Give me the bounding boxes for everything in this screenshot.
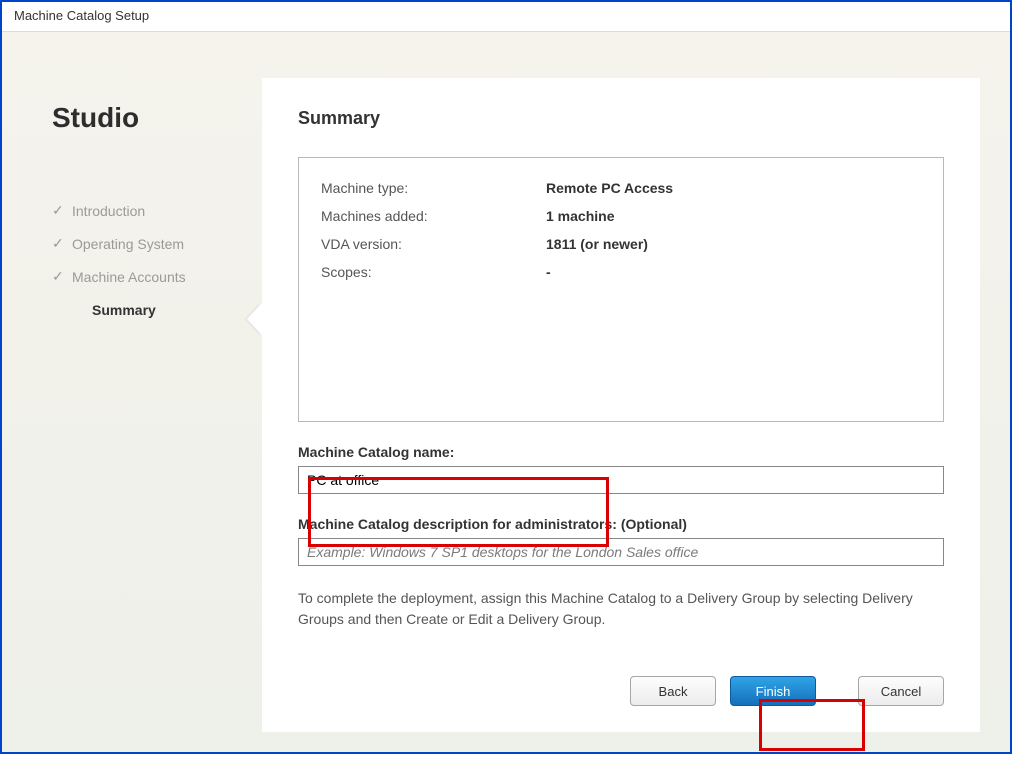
step-label: Operating System bbox=[72, 236, 184, 252]
catalog-description-label: Machine Catalog description for administ… bbox=[298, 516, 944, 532]
brand-title: Studio bbox=[52, 102, 262, 134]
catalog-description-input[interactable] bbox=[298, 538, 944, 566]
step-list: ✓ Introduction ✓ Operating System ✓ Mach… bbox=[52, 194, 262, 326]
wizard-window: Machine Catalog Setup Studio ✓ Introduct… bbox=[0, 0, 1012, 754]
check-icon: ✓ bbox=[52, 235, 64, 252]
summary-label: Machines added: bbox=[321, 202, 546, 230]
step-summary[interactable]: ✓ Summary bbox=[52, 293, 262, 326]
summary-row-machine-type: Machine type: Remote PC Access bbox=[321, 174, 921, 202]
summary-value: Remote PC Access bbox=[546, 174, 673, 202]
content-panel: Summary Machine type: Remote PC Access M… bbox=[262, 78, 980, 732]
cancel-button[interactable]: Cancel bbox=[858, 676, 944, 706]
summary-value: 1811 (or newer) bbox=[546, 230, 648, 258]
catalog-name-input[interactable] bbox=[298, 466, 944, 494]
summary-row-scopes: Scopes: - bbox=[321, 258, 921, 286]
back-button[interactable]: Back bbox=[630, 676, 716, 706]
panel-notch bbox=[247, 303, 262, 335]
check-icon: ✓ bbox=[52, 268, 64, 285]
step-introduction[interactable]: ✓ Introduction bbox=[52, 194, 262, 227]
window-title: Machine Catalog Setup bbox=[14, 8, 149, 23]
check-icon: ✓ bbox=[52, 202, 64, 219]
summary-row-machines-added: Machines added: 1 machine bbox=[321, 202, 921, 230]
summary-label: Scopes: bbox=[321, 258, 546, 286]
window-titlebar: Machine Catalog Setup bbox=[2, 2, 1010, 32]
summary-label: VDA version: bbox=[321, 230, 546, 258]
summary-label: Machine type: bbox=[321, 174, 546, 202]
summary-value: - bbox=[546, 258, 551, 286]
catalog-name-label: Machine Catalog name: bbox=[298, 444, 944, 460]
summary-row-vda-version: VDA version: 1811 (or newer) bbox=[321, 230, 921, 258]
summary-box: Machine type: Remote PC Access Machines … bbox=[298, 157, 944, 422]
step-label: Introduction bbox=[72, 203, 145, 219]
step-operating-system[interactable]: ✓ Operating System bbox=[52, 227, 262, 260]
finish-button[interactable]: Finish bbox=[730, 676, 816, 706]
button-row: Back Finish Cancel bbox=[630, 676, 944, 706]
panel-title: Summary bbox=[298, 108, 944, 129]
step-machine-accounts[interactable]: ✓ Machine Accounts bbox=[52, 260, 262, 293]
summary-value: 1 machine bbox=[546, 202, 614, 230]
step-label: Summary bbox=[92, 302, 156, 318]
helper-text: To complete the deployment, assign this … bbox=[298, 588, 944, 630]
wizard-body: Studio ✓ Introduction ✓ Operating System… bbox=[2, 32, 1010, 752]
step-label: Machine Accounts bbox=[72, 269, 186, 285]
sidebar: Studio ✓ Introduction ✓ Operating System… bbox=[2, 32, 262, 752]
